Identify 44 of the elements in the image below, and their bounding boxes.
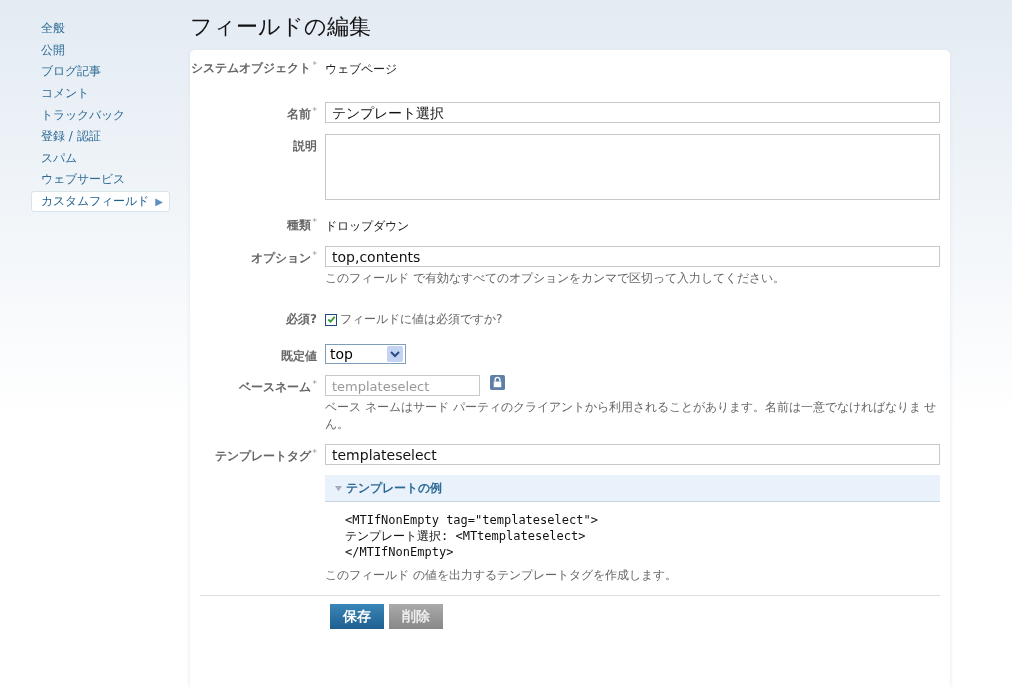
help-text: ベース ネームはサード パーティのクライアントから利用されることがあります。名前は一意でなければなりま せん。: [325, 399, 938, 433]
required-mark: *: [312, 217, 317, 229]
field-label: 説明: [293, 138, 317, 155]
sidebar-item[interactable]: トラックバック: [31, 104, 170, 126]
page-title: フィールドの編集: [190, 13, 372, 41]
code-line: <MTIfNonEmpty tag="templateselect">: [345, 512, 599, 528]
help-text: このフィールド で有効なすべてのオプションをカンマで区切って入力してください。: [325, 270, 786, 287]
field-value: ウェブページ: [325, 61, 398, 78]
help-text: このフィールド の値を出力するテンプレートタグを作成します。: [325, 567, 678, 584]
required-mark: *: [312, 250, 317, 262]
sidebar-item[interactable]: コメント: [31, 82, 170, 105]
required-mark: *: [312, 60, 317, 72]
field-label: 種類: [286, 217, 311, 234]
sidebar-item[interactable]: 全般: [31, 18, 170, 40]
checkbox[interactable]: [325, 313, 337, 326]
text-field[interactable]: top,contents: [325, 246, 940, 267]
text-field[interactable]: templateselect: [325, 444, 940, 465]
text-field[interactable]: templateselect: [325, 375, 480, 396]
checkbox-label: フィールドに値は必須ですか?: [340, 311, 503, 328]
sidebar-item[interactable]: カスタムフィールド ▶: [31, 190, 170, 213]
sidebar-item[interactable]: 登録 / 認証: [31, 125, 170, 148]
required-mark: *: [312, 379, 317, 391]
required-mark: *: [312, 106, 317, 118]
section-header[interactable]: テンプレートの例: [325, 475, 940, 502]
sidebar-item[interactable]: ウェブサービス: [31, 169, 170, 191]
sidebar-item[interactable]: 公開: [31, 39, 170, 62]
disclosure-icon: [335, 484, 342, 492]
sidebar-item[interactable]: スパム: [31, 147, 170, 170]
field-label: ベースネーム: [238, 379, 311, 396]
field-value: ドロップダウン: [325, 218, 410, 235]
dropdown[interactable]: top: [325, 344, 406, 364]
field-label: 名前: [286, 106, 311, 123]
lock-icon[interactable]: [490, 375, 505, 390]
save-button[interactable]: 保存: [330, 604, 384, 629]
code-line: テンプレート選択: <MTtemplateselect>: [345, 528, 587, 544]
field-label: テンプレートタグ: [214, 448, 311, 465]
field-label: 必須?: [286, 311, 317, 328]
required-mark: *: [312, 448, 317, 460]
field-label: システムオブジェクト: [190, 60, 311, 77]
text-field[interactable]: テンプレート選択: [325, 102, 940, 123]
sidebar-item[interactable]: ブログ記事: [31, 61, 170, 83]
field-label: オプション: [250, 250, 311, 267]
code-line: </MTIfNonEmpty>: [345, 544, 455, 560]
field-label: 既定値: [281, 348, 317, 365]
